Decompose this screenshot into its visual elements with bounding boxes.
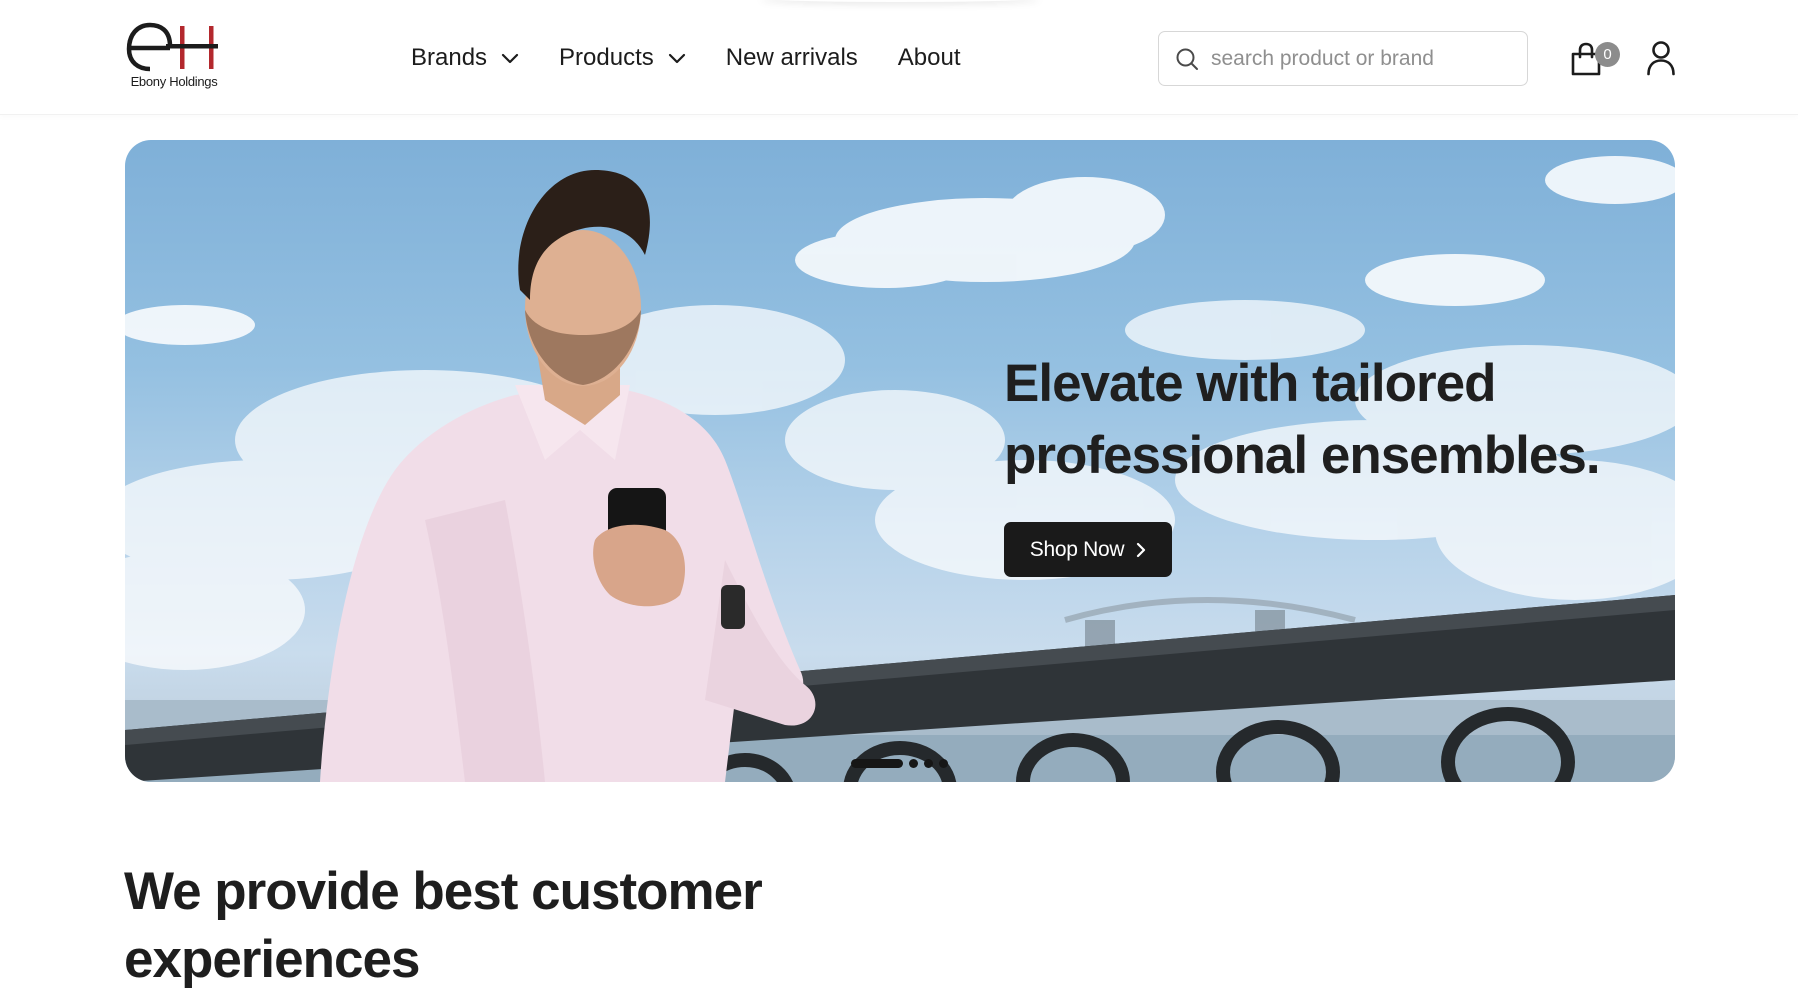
chevron-down-icon bbox=[668, 53, 686, 64]
site-header: Ebony Holdings Brands Products New arriv… bbox=[0, 0, 1798, 115]
carousel-dot-active[interactable] bbox=[851, 758, 903, 768]
brand-logo[interactable]: Ebony Holdings bbox=[124, 22, 224, 94]
nav-item-new-arrivals[interactable]: New arrivals bbox=[726, 44, 858, 72]
nav-item-label: Brands bbox=[411, 44, 488, 71]
nav-item-about[interactable]: About bbox=[898, 44, 961, 72]
brand-name: Ebony Holdings bbox=[130, 74, 218, 89]
nav-item-brands[interactable]: Brands bbox=[411, 44, 519, 72]
nav-item-products[interactable]: Products bbox=[559, 44, 686, 72]
carousel-dot[interactable] bbox=[939, 758, 948, 768]
nav-item-label: Products bbox=[559, 44, 654, 71]
nav-item-label: About bbox=[897, 44, 961, 71]
carousel-indicators bbox=[851, 757, 954, 769]
shop-now-button[interactable]: Shop Now bbox=[1004, 522, 1172, 577]
carousel-dot[interactable] bbox=[924, 758, 933, 768]
section-title: We provide best customer experiences bbox=[124, 862, 763, 989]
cart-button[interactable]: 0 bbox=[1570, 40, 1622, 78]
main-navigation: Brands Products New arrivals About bbox=[411, 40, 961, 76]
search-icon bbox=[1176, 48, 1198, 70]
chevron-down-icon bbox=[501, 53, 519, 64]
hero-banner: Elevate with tailored professional ensem… bbox=[125, 140, 1675, 782]
user-icon bbox=[1647, 41, 1675, 76]
shop-now-label: Shop Now bbox=[1029, 537, 1125, 561]
chevron-right-icon bbox=[1136, 542, 1146, 558]
hero-title: Elevate with tailored professional ensem… bbox=[1004, 354, 1601, 485]
cart-count-badge: 0 bbox=[1595, 42, 1620, 67]
search-input[interactable] bbox=[1211, 46, 1511, 71]
nav-item-label: New arrivals bbox=[725, 44, 858, 71]
header-top-shadow bbox=[760, 0, 1040, 2]
carousel-dot[interactable] bbox=[909, 758, 918, 768]
account-button[interactable] bbox=[1646, 40, 1676, 76]
logo-mark-icon bbox=[126, 22, 218, 72]
search-box[interactable] bbox=[1158, 31, 1528, 86]
